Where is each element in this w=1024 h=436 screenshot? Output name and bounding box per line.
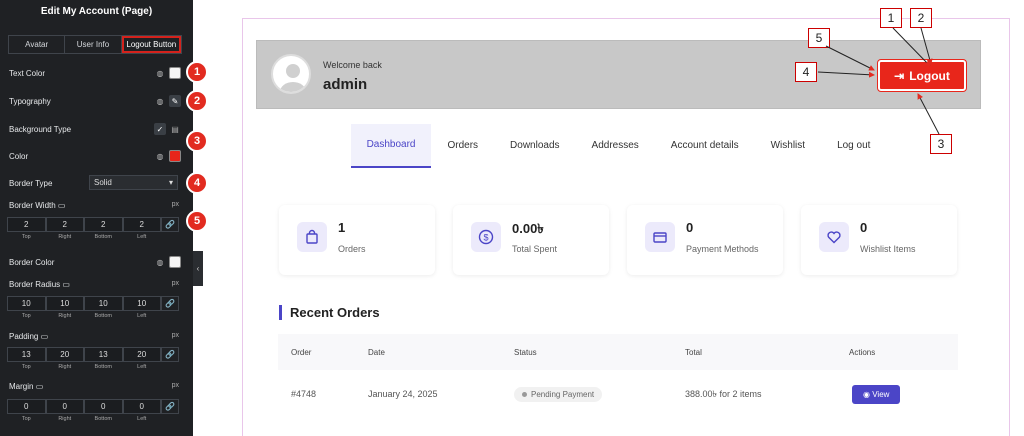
annotation-arrows xyxy=(817,27,940,135)
